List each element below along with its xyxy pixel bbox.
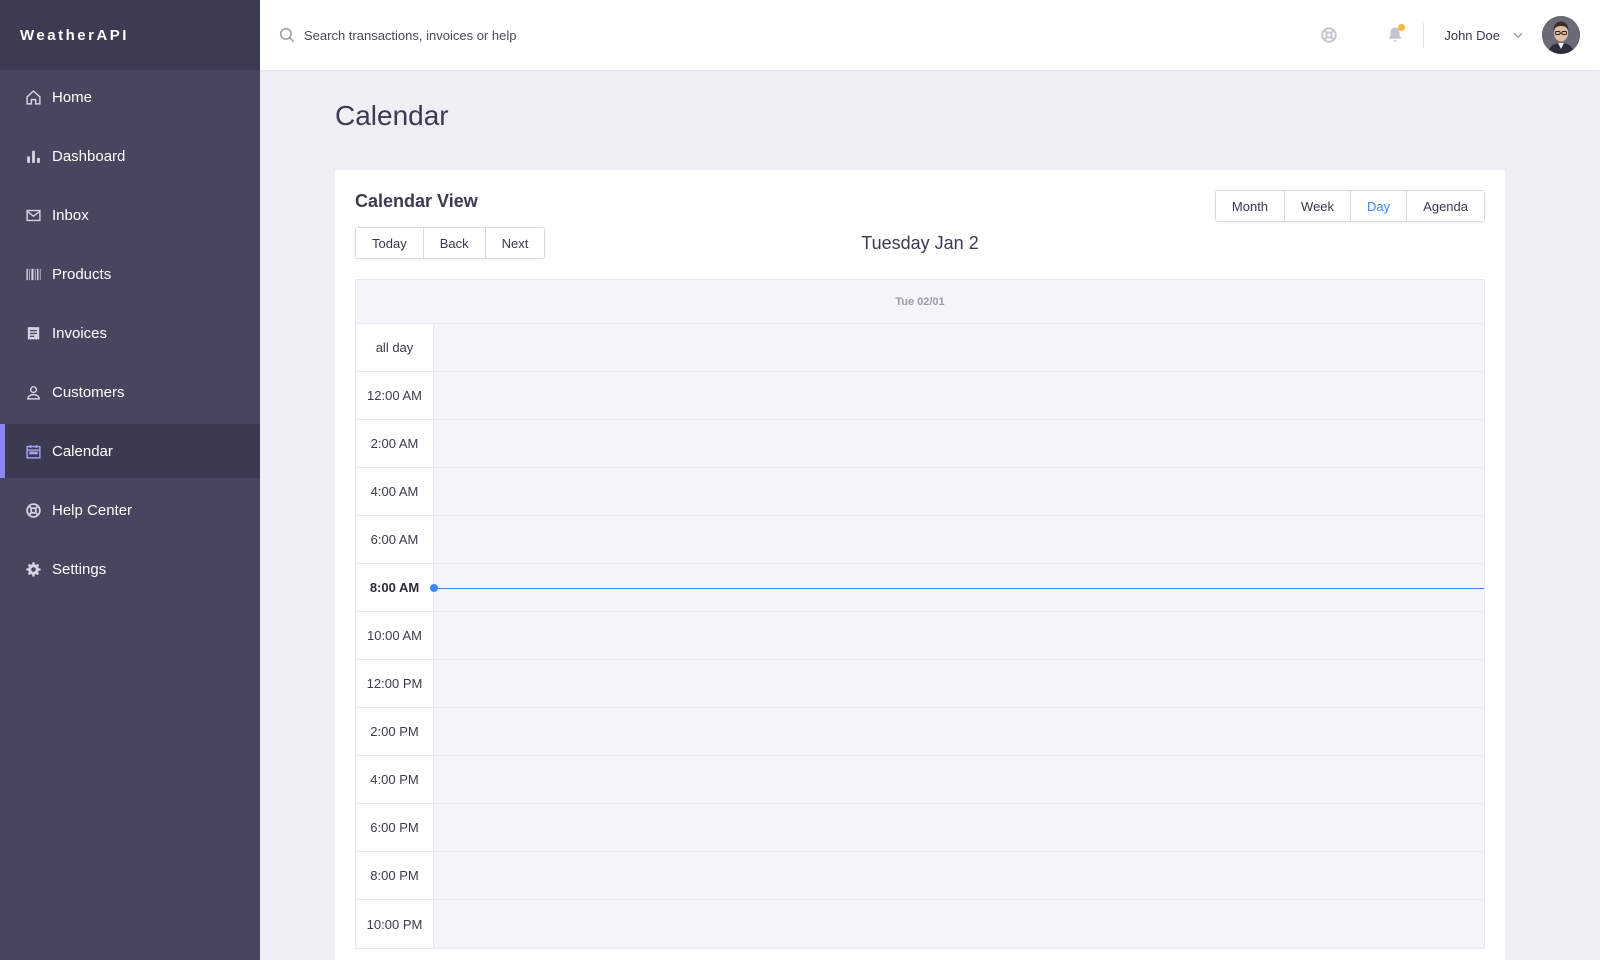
topbar: John Doe: [260, 0, 1600, 70]
all-day-label: all day: [356, 324, 434, 371]
time-row: 8:00 AM: [356, 564, 1484, 612]
time-row: 2:00 PM: [356, 708, 1484, 756]
calendar-icon: [24, 442, 42, 460]
sidebar-item-label: Settings: [52, 560, 107, 578]
sidebar-item-help-center[interactable]: Help Center: [0, 483, 260, 537]
sidebar-item-label: Invoices: [52, 324, 108, 342]
time-row: 12:00 AM: [356, 372, 1484, 420]
time-row: 4:00 PM: [356, 756, 1484, 804]
time-label: 2:00 AM: [356, 420, 434, 467]
all-day-slot[interactable]: [434, 324, 1484, 371]
time-slot[interactable]: [434, 852, 1484, 899]
lifebuoy-icon: [24, 501, 42, 519]
time-label: 10:00 PM: [356, 900, 434, 948]
topbar-actions: John Doe: [1319, 0, 1600, 70]
time-label: 12:00 PM: [356, 660, 434, 707]
time-row: 6:00 PM: [356, 804, 1484, 852]
time-label: 4:00 AM: [356, 468, 434, 515]
sidebar-item-customers[interactable]: Customers: [0, 365, 260, 419]
sidebar-item-home[interactable]: Home: [0, 70, 260, 124]
time-label: 6:00 PM: [356, 804, 434, 851]
lifebuoy-icon[interactable]: [1319, 25, 1339, 45]
topbar-divider: [1423, 22, 1425, 48]
sidebar-item-label: Help Center: [52, 501, 133, 519]
time-row: 8:00 PM: [356, 852, 1484, 900]
time-slot[interactable]: [434, 372, 1484, 419]
sidebar-item-settings[interactable]: Settings: [0, 542, 260, 596]
sidebar-item-label: Dashboard: [52, 147, 126, 165]
mail-icon: [24, 206, 42, 224]
sidebar-item-inbox[interactable]: Inbox: [0, 188, 260, 242]
day-view-grid: Tue 02/01 all day 12:00 AM 2:00 AM 4:00 …: [355, 279, 1485, 949]
barcode-icon: [24, 265, 42, 283]
search-input[interactable]: [304, 27, 704, 43]
page-title: Calendar: [335, 100, 449, 131]
time-row: 2:00 AM: [356, 420, 1484, 468]
calendar-card: Calendar View Today Back Next Tuesday Ja…: [335, 170, 1505, 960]
time-row: 4:00 AM: [356, 468, 1484, 516]
time-slot[interactable]: [434, 708, 1484, 755]
time-slot[interactable]: [434, 804, 1484, 851]
home-icon: [24, 88, 42, 106]
sidebar-item-label: Inbox: [52, 206, 89, 224]
view-week-button[interactable]: Week: [1285, 191, 1352, 221]
sidebar-item-invoices[interactable]: Invoices: [0, 306, 260, 360]
view-switcher: Month Week Day Agenda: [1214, 190, 1485, 222]
search-icon: [278, 26, 296, 44]
sidebar-item-products[interactable]: Products: [0, 247, 260, 301]
all-day-row: all day: [356, 324, 1484, 372]
time-slot[interactable]: [434, 660, 1484, 707]
user-name[interactable]: John Doe: [1444, 28, 1500, 43]
sidebar-item-label: Products: [52, 265, 112, 283]
brand[interactable]: WeatherAPI: [0, 0, 260, 70]
avatar[interactable]: [1542, 16, 1580, 54]
sidebar: WeatherAPI Home Dashboard Inbox Products: [0, 0, 260, 960]
time-slot[interactable]: [434, 900, 1484, 948]
time-row: 10:00 PM: [356, 900, 1484, 948]
sidebar-nav: Home Dashboard Inbox Products Invoices C…: [0, 70, 260, 596]
day-column-header[interactable]: Tue 02/01: [356, 280, 1484, 324]
time-label-current: 8:00 AM: [356, 564, 434, 611]
current-time-indicator: [434, 587, 1484, 589]
time-label: 8:00 PM: [356, 852, 434, 899]
gear-icon: [24, 560, 42, 578]
time-slot[interactable]: [434, 516, 1484, 563]
time-label: 2:00 PM: [356, 708, 434, 755]
card-title: Calendar View: [355, 191, 478, 211]
sidebar-item-label: Calendar: [52, 442, 113, 460]
sidebar-item-label: Customers: [52, 383, 125, 401]
time-slot[interactable]: [434, 468, 1484, 515]
time-label: 6:00 AM: [356, 516, 434, 563]
current-time-dot: [430, 583, 438, 592]
time-row: 10:00 AM: [356, 612, 1484, 660]
sidebar-item-dashboard[interactable]: Dashboard: [0, 129, 260, 183]
time-slot[interactable]: [430, 564, 1484, 611]
view-day-button[interactable]: Day: [1351, 191, 1408, 221]
time-slot[interactable]: [434, 756, 1484, 803]
view-month-button[interactable]: Month: [1215, 191, 1286, 221]
receipt-icon: [24, 324, 42, 342]
time-slot[interactable]: [434, 612, 1484, 659]
time-slot[interactable]: [434, 420, 1484, 467]
view-agenda-button[interactable]: Agenda: [1407, 191, 1484, 221]
time-label: 12:00 AM: [356, 372, 434, 419]
time-label: 10:00 AM: [356, 612, 434, 659]
time-row: 6:00 AM: [356, 516, 1484, 564]
current-date-label: Tuesday Jan 2: [861, 233, 979, 253]
brand-logo-text: WeatherAPI: [20, 26, 129, 44]
sidebar-item-label: Home: [52, 88, 93, 106]
time-row: 12:00 PM: [356, 660, 1484, 708]
user-icon: [24, 383, 42, 401]
bell-icon[interactable]: [1385, 24, 1406, 45]
sidebar-item-calendar[interactable]: Calendar: [0, 424, 260, 478]
chevron-down-icon[interactable]: [1508, 25, 1528, 45]
time-label: 4:00 PM: [356, 756, 434, 803]
bar-chart-icon: [24, 147, 42, 165]
